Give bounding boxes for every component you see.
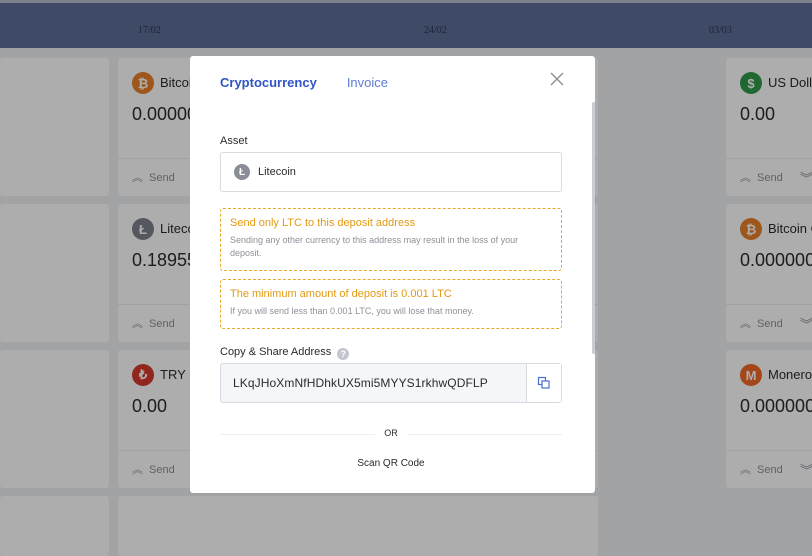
close-icon[interactable]: [548, 70, 566, 88]
deposit-tabs: Cryptocurrency Invoice: [220, 75, 388, 90]
deposit-modal: Cryptocurrency Invoice Asset Ł Litecoin …: [190, 56, 595, 493]
litecoin-icon: Ł: [234, 164, 250, 180]
asset-label: Asset: [220, 135, 248, 147]
tab-invoice[interactable]: Invoice: [347, 75, 388, 90]
warning-text: If you will send less than 0.001 LTC, yo…: [230, 306, 474, 316]
or-text: OR: [384, 428, 398, 438]
warning-title: The minimum amount of deposit is 0.001 L…: [230, 288, 452, 300]
copy-button[interactable]: [526, 364, 561, 402]
asset-select-value: Litecoin: [258, 166, 296, 178]
asset-select[interactable]: Ł Litecoin: [220, 152, 562, 192]
modal-scrollbar[interactable]: [592, 102, 595, 354]
warning-title: Send only LTC to this deposit address: [230, 217, 416, 229]
copy-icon: [537, 376, 550, 389]
tab-cryptocurrency[interactable]: Cryptocurrency: [220, 75, 317, 90]
or-divider: OR: [220, 428, 562, 440]
scan-qr-code-button[interactable]: Scan QR Code: [220, 458, 562, 469]
address-label: Copy & Share Address?: [220, 346, 350, 360]
warning-box-currency: Send only LTC to this deposit address Se…: [220, 208, 562, 271]
deposit-address-field[interactable]: LKqJHoXmNfHDhkUX5mi5MYYS1rkhwQDFLP: [220, 363, 562, 403]
deposit-address[interactable]: LKqJHoXmNfHDhkUX5mi5MYYS1rkhwQDFLP: [221, 376, 526, 390]
warning-box-minimum: The minimum amount of deposit is 0.001 L…: [220, 279, 562, 329]
help-icon[interactable]: ?: [337, 348, 350, 360]
warning-text: Sending any other currency to this addre…: [230, 235, 519, 258]
